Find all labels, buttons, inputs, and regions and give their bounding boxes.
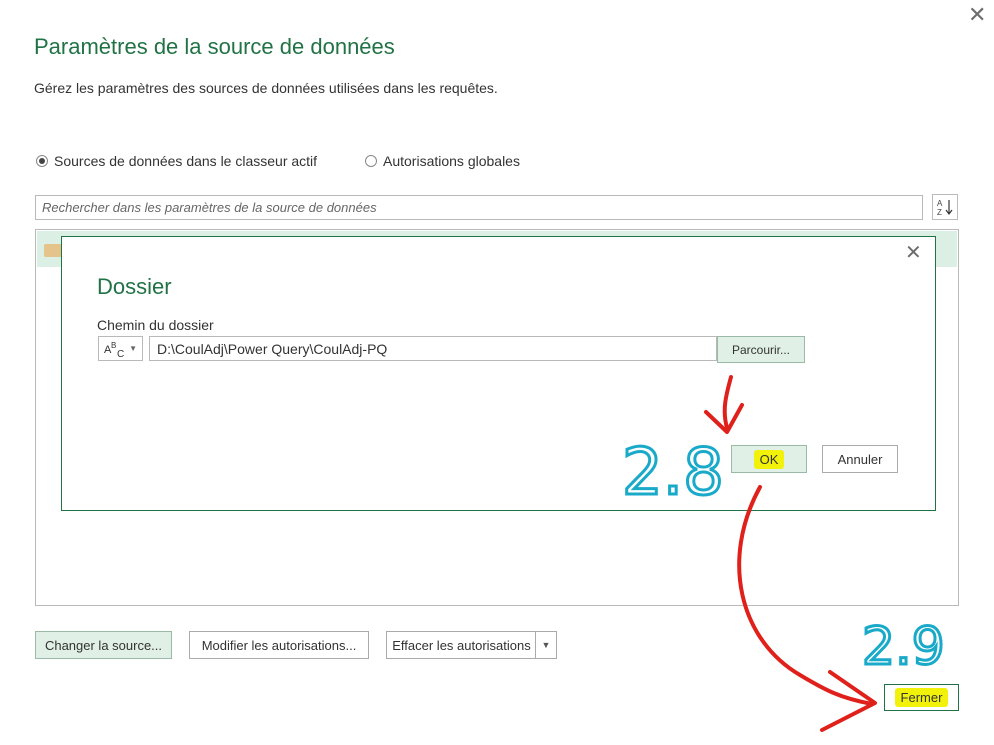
folder-path-input[interactable] (149, 336, 717, 361)
ok-button[interactable]: OK (731, 445, 807, 473)
edit-permissions-button[interactable]: Modifier les autorisations... (189, 631, 369, 659)
svg-text:B: B (111, 341, 116, 350)
search-input[interactable] (35, 195, 923, 220)
radio-selected-icon (36, 155, 48, 167)
close-button-label: Fermer (894, 688, 949, 707)
chevron-down-icon: ▼ (129, 344, 137, 353)
annotation-arrowhead-close (820, 670, 877, 732)
clear-permissions-button[interactable]: Effacer les autorisations (386, 631, 536, 659)
dialog-close-icon[interactable]: ✕ (905, 243, 922, 263)
annotation-step-close: 2.9 (862, 617, 945, 677)
dialog-title: Dossier (97, 274, 172, 299)
close-button[interactable]: Fermer (884, 684, 959, 711)
value-type-selector[interactable]: A B C ▼ (98, 336, 143, 361)
radio-global-permissions-label: Autorisations globales (383, 153, 520, 169)
window-close-icon[interactable]: ✕ (968, 4, 986, 26)
folder-icon (44, 244, 62, 257)
chevron-down-icon: ▼ (541, 640, 551, 650)
sort-az-icon: A Z (937, 199, 953, 217)
page-description: Gérez les paramètres des sources de donn… (34, 80, 498, 96)
cancel-button[interactable]: Annuler (822, 445, 898, 473)
change-source-button[interactable]: Changer la source... (35, 631, 172, 659)
clear-permissions-dropdown-button[interactable]: ▼ (535, 631, 557, 659)
radio-current-workbook-label: Sources de données dans le classeur acti… (54, 153, 318, 169)
svg-text:A: A (937, 199, 943, 208)
folder-dialog: ✕ Dossier Chemin du dossier A B C ▼ Parc… (61, 236, 936, 511)
svg-text:Z: Z (937, 208, 942, 217)
radio-unselected-icon (365, 155, 377, 167)
page-title: Paramètres de la source de données (34, 34, 395, 59)
svg-text:C: C (117, 349, 124, 359)
text-type-abc-icon: A B C (104, 341, 124, 359)
radio-current-workbook[interactable]: Sources de données dans le classeur acti… (36, 153, 317, 169)
folder-path-label: Chemin du dossier (97, 317, 214, 333)
browse-button[interactable]: Parcourir... (717, 336, 805, 363)
sort-button[interactable]: A Z (932, 194, 958, 220)
radio-global-permissions[interactable]: Autorisations globales (365, 153, 520, 169)
ok-button-label: OK (753, 449, 785, 469)
